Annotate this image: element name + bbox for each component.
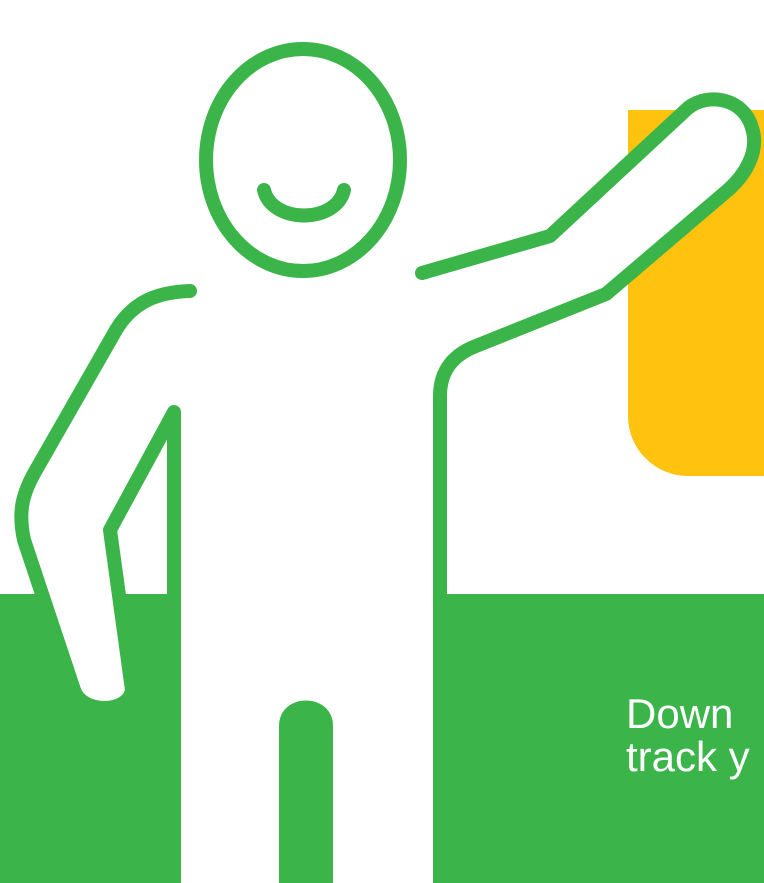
promo-line-2: track y bbox=[626, 733, 750, 780]
person-legs bbox=[279, 700, 333, 883]
promo-text: Down track y bbox=[626, 692, 750, 778]
promo-banner: Down track y bbox=[0, 0, 764, 883]
person-head bbox=[199, 42, 407, 278]
promo-line-1: Down bbox=[626, 690, 734, 737]
